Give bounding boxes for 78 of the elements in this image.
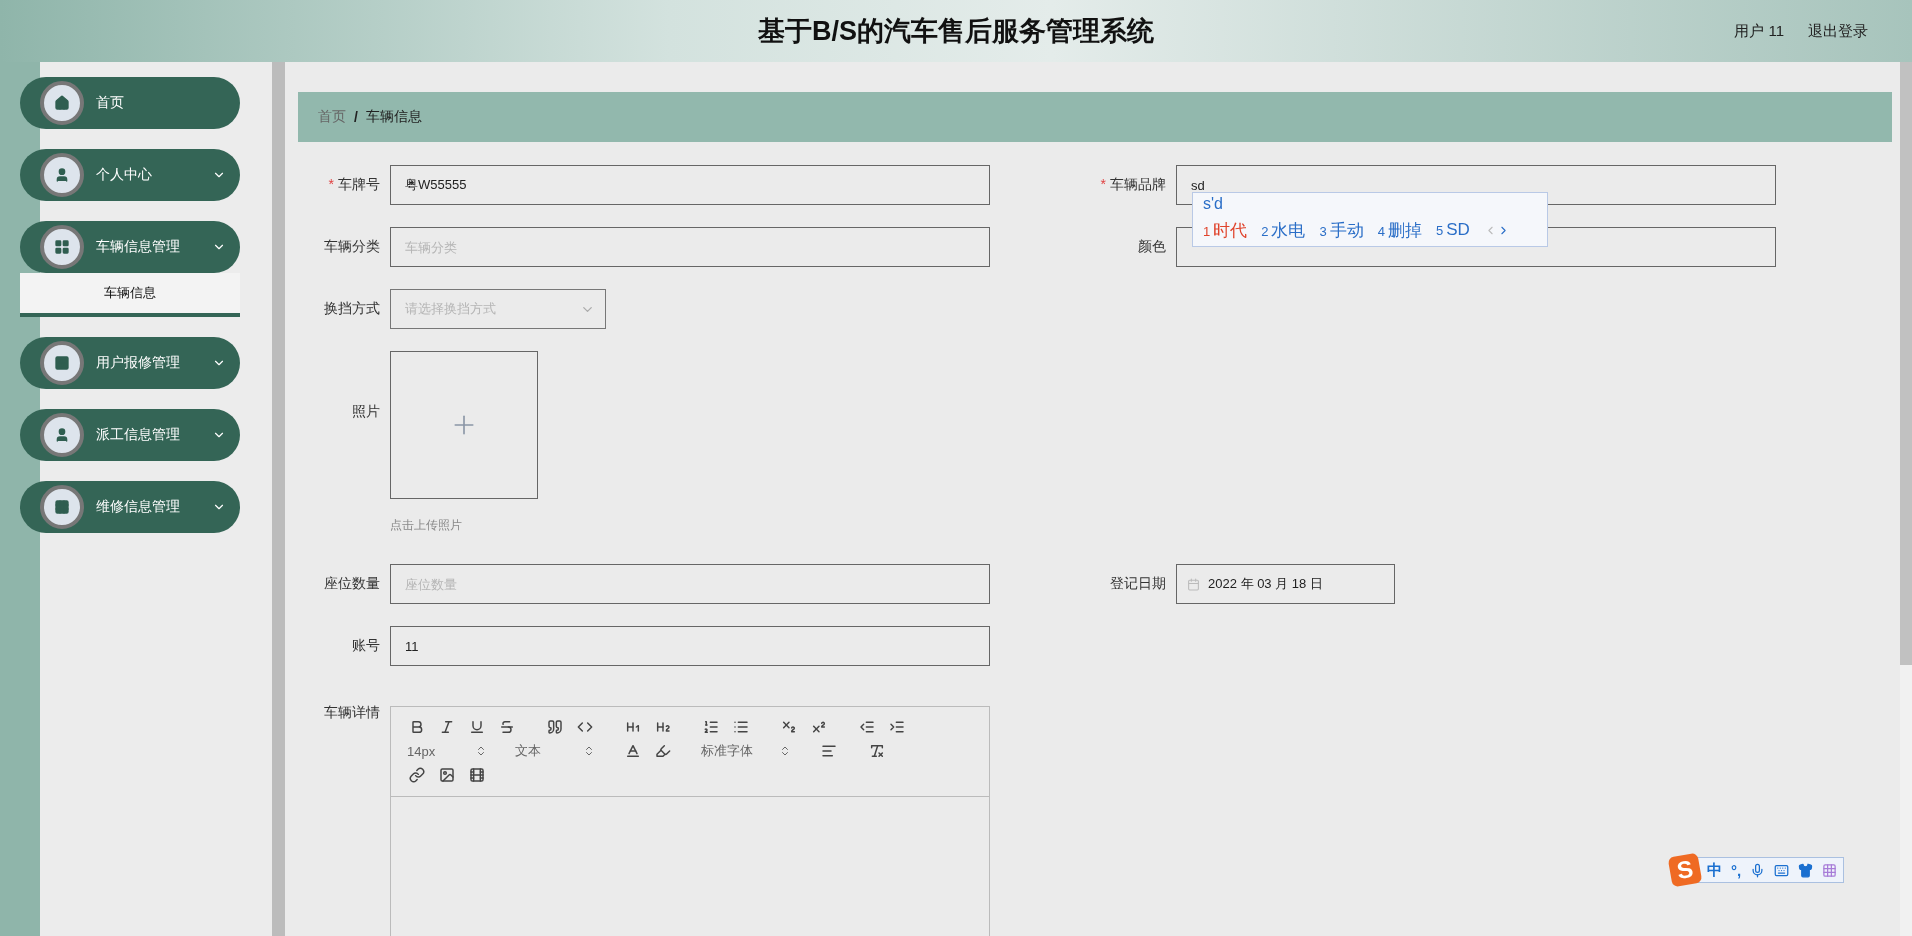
strikethrough-icon: [499, 719, 515, 735]
ime-candidate[interactable]: 2 水电: [1261, 218, 1306, 242]
person-icon: [54, 427, 70, 443]
breadcrumb-link[interactable]: 首页: [318, 108, 346, 126]
subscript-icon: [781, 719, 797, 735]
font-family-select[interactable]: 标准字体: [701, 741, 791, 761]
highlight-icon: [655, 743, 671, 759]
ime-candidate[interactable]: 4 删掉: [1377, 218, 1422, 242]
image-icon: [439, 767, 455, 783]
ime-punctuation[interactable]: °,: [1731, 861, 1742, 879]
ime-logo[interactable]: S: [1667, 852, 1703, 888]
breadcrumb-separator: /: [354, 109, 358, 125]
date-field[interactable]: 2022 年 03 月 18 日: [1176, 564, 1395, 604]
ime-mode[interactable]: 中: [1707, 860, 1722, 880]
menu-item[interactable]: 个人中心: [20, 149, 240, 201]
microphone-icon[interactable]: [1750, 862, 1766, 878]
indent-icon: [889, 719, 905, 735]
superscript-icon: [811, 719, 827, 735]
menu-item[interactable]: 首页: [20, 77, 240, 129]
video-icon: [469, 767, 485, 783]
code-icon: [577, 719, 593, 735]
submenu-item[interactable]: 车辆信息: [20, 273, 240, 317]
image-button[interactable]: [437, 765, 457, 785]
outdent-icon: [859, 719, 875, 735]
scrollbar[interactable]: [1900, 62, 1912, 936]
align-left-icon: [821, 743, 837, 759]
field-label: 座位数量: [324, 575, 380, 591]
breadcrumb-link[interactable]: 车辆信息: [365, 108, 422, 126]
field-label: 登记日期: [1110, 575, 1166, 591]
menu-item[interactable]: 车辆信息管理: [20, 221, 240, 273]
text-field[interactable]: 粤W55555: [390, 165, 990, 205]
link-button[interactable]: [407, 765, 427, 785]
home-icon: [54, 95, 70, 111]
upload-box[interactable]: [390, 351, 538, 499]
up-down-arrows-icon: [583, 745, 595, 757]
field-label: 照片: [352, 403, 380, 419]
bold-icon: [409, 719, 425, 735]
up-down-arrows-icon: [475, 745, 487, 757]
apps-icon[interactable]: [1822, 862, 1838, 878]
field-label: 车辆分类: [324, 238, 380, 254]
font-size-select[interactable]: 14px: [407, 741, 487, 761]
up-down-arrows-icon: [779, 745, 791, 757]
text-field[interactable]: 11: [390, 626, 990, 666]
link-icon: [409, 767, 425, 783]
ime-candidate[interactable]: 1 时代: [1203, 218, 1248, 242]
heading-one-icon: [625, 719, 641, 735]
underline-icon: [469, 719, 485, 735]
rich-text-editor[interactable]: 14px 文本 标准字体: [390, 706, 990, 936]
ime-candidate[interactable]: 3 手动: [1319, 218, 1364, 242]
field-label: 账号: [352, 637, 380, 653]
ime-candidate[interactable]: 5 SD: [1435, 220, 1470, 240]
italic-icon: [439, 719, 455, 735]
video-button[interactable]: [467, 765, 487, 785]
paragraph-select[interactable]: 文本: [515, 741, 595, 761]
menu-item[interactable]: 派工信息管理: [20, 409, 240, 461]
shirt-icon[interactable]: [1798, 862, 1814, 878]
quote-button[interactable]: [545, 717, 565, 737]
scrollbar[interactable]: [272, 62, 285, 936]
person-icon: [54, 167, 70, 183]
system-title: 基于B/S的汽车售后服务管理系统: [758, 15, 1154, 48]
quote-icon: [547, 719, 563, 735]
heading-two-icon: [655, 719, 671, 735]
field-label: 颜色: [1138, 238, 1166, 254]
field-label: 车辆详情: [324, 704, 380, 720]
calendar-icon: [1187, 577, 1200, 591]
text-color-icon: [625, 743, 641, 759]
field-label: * 车辆品牌: [1100, 176, 1166, 192]
menu-item[interactable]: 用户报修管理: [20, 337, 240, 389]
upload-hint: 点击上传照片: [390, 517, 463, 534]
clear-format-icon: [869, 743, 885, 759]
logout-link[interactable]: 退出登录: [1808, 21, 1868, 41]
numbered-list-icon: [703, 719, 719, 735]
bullet-list-icon: [733, 719, 749, 735]
menu-item[interactable]: 维修信息管理: [20, 481, 240, 533]
field-label: * 车牌号: [328, 176, 380, 192]
field-label: 换挡方式: [324, 300, 380, 316]
keyboard-icon[interactable]: [1774, 862, 1790, 878]
user-name: 用户 11: [1734, 21, 1784, 41]
